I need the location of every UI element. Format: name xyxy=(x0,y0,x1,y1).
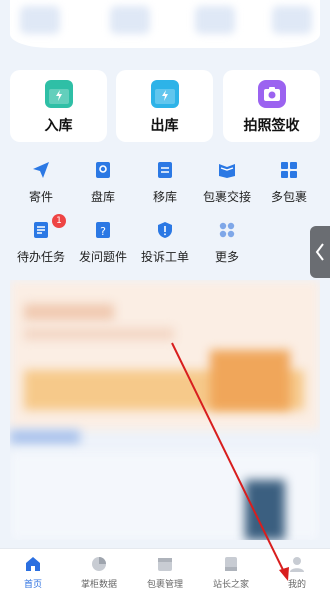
grid-item-inventory[interactable]: 盘库 xyxy=(72,160,134,210)
problem-parcel-icon: ? xyxy=(96,222,110,238)
bottom-tab-bar: 首页 掌柜数据 包裹管理 站长之家 我的 xyxy=(0,548,330,600)
outbound-box-icon xyxy=(150,80,179,108)
inbound-button[interactable]: 入库 xyxy=(10,70,107,142)
side-expand-handle[interactable] xyxy=(310,226,330,278)
grid-item-label: 发问题件 xyxy=(78,250,127,264)
svg-text:?: ? xyxy=(100,225,106,238)
tab-package-manage[interactable]: 包裹管理 xyxy=(137,555,193,590)
grid-item-label: 多包裹 xyxy=(270,190,307,204)
blurred-block xyxy=(24,304,114,320)
tab-label: 包裹管理 xyxy=(146,580,183,590)
grid-item-label: 寄件 xyxy=(28,190,53,204)
grid-item-multi-package[interactable]: 多包裹 xyxy=(258,160,320,210)
tab-home[interactable]: 首页 xyxy=(5,555,61,590)
grid-item-problem-parcel[interactable]: ? 发问题件 xyxy=(72,220,134,270)
grid-item-more[interactable]: 更多 xyxy=(196,220,258,270)
photo-signin-button[interactable]: 拍照签收 xyxy=(223,70,320,142)
top-summary-card xyxy=(10,0,320,48)
tab-data[interactable]: 掌柜数据 xyxy=(71,555,127,590)
grid-item-todo[interactable]: 1 待办任务 xyxy=(10,214,72,270)
blurred-content-feed xyxy=(10,280,320,540)
tab-label: 我的 xyxy=(287,580,306,590)
book-icon xyxy=(225,557,237,571)
blurred-summary-item xyxy=(20,6,60,34)
main-actions-row: 入库 出库 拍照签收 xyxy=(10,70,320,142)
complaint-icon xyxy=(158,222,172,238)
outbound-label: 出库 xyxy=(150,118,179,134)
profile-icon xyxy=(290,557,304,572)
send-plane-icon xyxy=(33,162,49,178)
inbound-label: 入库 xyxy=(44,118,73,134)
photo-signin-label: 拍照签收 xyxy=(243,118,300,134)
home-icon xyxy=(26,557,40,571)
grid-item-label: 移库 xyxy=(152,190,177,204)
grid-item-send[interactable]: 寄件 xyxy=(10,160,72,210)
todo-icon xyxy=(34,222,48,238)
multi-package-icon xyxy=(281,162,297,178)
tab-label: 首页 xyxy=(23,580,42,590)
tab-station-home[interactable]: 站长之家 xyxy=(203,555,259,590)
blurred-summary-item xyxy=(272,6,312,34)
grid-item-handover[interactable]: 包裹交接 xyxy=(196,160,258,210)
outbound-button[interactable]: 出库 xyxy=(116,70,213,142)
package-manage-icon xyxy=(158,558,172,571)
blurred-block xyxy=(24,328,174,340)
blurred-block xyxy=(210,350,290,410)
grid-item-label: 待办任务 xyxy=(16,250,65,264)
grid-item-transfer[interactable]: 移库 xyxy=(134,160,196,210)
grid-item-label: 投诉工单 xyxy=(140,250,189,264)
transfer-icon xyxy=(158,162,172,178)
grid-item-label: 包裹交接 xyxy=(202,190,251,204)
tab-profile[interactable]: 我的 xyxy=(269,555,325,590)
grid-item-label: 盘库 xyxy=(90,190,115,204)
chevron-left-icon xyxy=(315,243,324,261)
inventory-check-icon xyxy=(96,162,110,178)
grid-item-label: 更多 xyxy=(214,250,239,264)
grid-item-complaint[interactable]: 投诉工单 xyxy=(134,220,196,270)
blurred-summary-item xyxy=(195,6,235,34)
data-pie-icon xyxy=(92,557,106,571)
blurred-block xyxy=(245,480,285,540)
more-dots-icon xyxy=(219,222,235,238)
inbound-box-icon xyxy=(44,80,73,108)
tab-label: 站长之家 xyxy=(212,580,249,590)
blurred-summary-item xyxy=(110,6,150,34)
handover-icon xyxy=(219,164,235,178)
todo-badge: 1 xyxy=(52,214,66,228)
camera-icon xyxy=(257,80,286,108)
tab-label: 掌柜数据 xyxy=(80,580,117,590)
blurred-block xyxy=(10,430,80,444)
